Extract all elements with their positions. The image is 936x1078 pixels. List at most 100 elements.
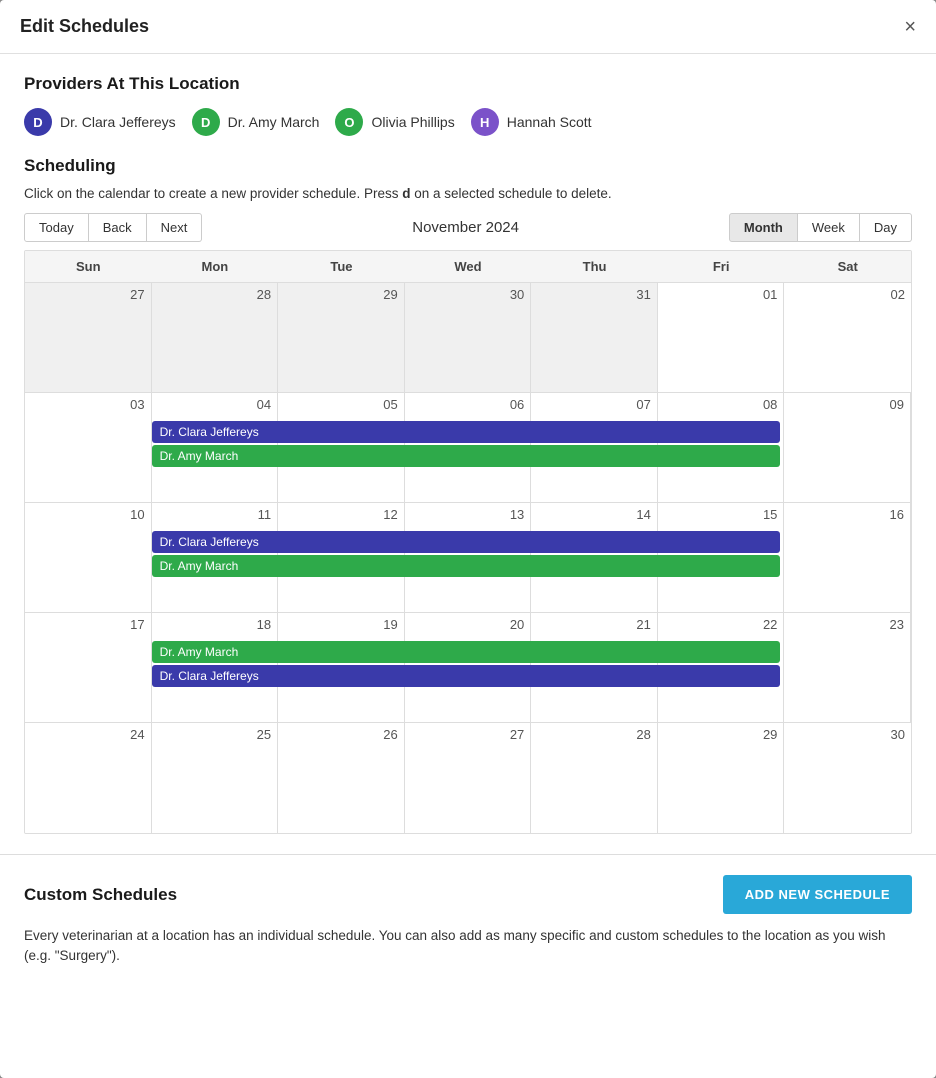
day-cell-27-w4[interactable]: 27 — [405, 723, 532, 833]
provider-chip-clara[interactable]: D Dr. Clara Jeffereys — [24, 108, 176, 136]
custom-schedules-title: Custom Schedules — [24, 885, 177, 905]
day-cell-24-w4[interactable]: 24 — [25, 723, 152, 833]
day-number: 18 — [158, 617, 272, 632]
week-row-0: 27 28 29 30 31 01 02 — [25, 283, 911, 393]
day-cell-30-w4[interactable]: 30 — [784, 723, 911, 833]
day-cell-26-w4[interactable]: 26 — [278, 723, 405, 833]
provider-avatar-olivia: O — [335, 108, 363, 136]
day-number: 28 — [537, 727, 651, 742]
day-header-thu: Thu — [531, 251, 658, 282]
nav-buttons-left: Today Back Next — [24, 213, 202, 242]
day-number: 11 — [158, 507, 272, 522]
back-button[interactable]: Back — [89, 213, 147, 242]
day-number: 29 — [664, 727, 778, 742]
day-header-mon: Mon — [152, 251, 279, 282]
close-button[interactable]: × — [904, 17, 916, 37]
bottom-section: Custom Schedules ADD NEW SCHEDULE Every … — [0, 854, 936, 987]
day-cell-31-w0[interactable]: 31 — [531, 283, 658, 392]
provider-chip-amy[interactable]: D Dr. Amy March — [192, 108, 320, 136]
day-number: 29 — [284, 287, 398, 302]
day-number: 08 — [664, 397, 778, 412]
day-cell-09-w1[interactable]: 09 — [784, 393, 911, 502]
event-1-w3[interactable]: Dr. Clara Jeffereys — [152, 665, 780, 687]
day-number: 05 — [284, 397, 398, 412]
day-number: 07 — [537, 397, 651, 412]
week-row-3: 17 18 19 20 21 22 23Dr. Amy MarchDr. Clara Jef… — [25, 613, 911, 723]
provider-name-amy: Dr. Amy March — [228, 114, 320, 130]
day-number: 13 — [411, 507, 525, 522]
day-cell-01-w0[interactable]: 01 — [658, 283, 785, 392]
event-0-w1[interactable]: Dr. Clara Jeffereys — [152, 421, 780, 443]
day-cell-10-w2[interactable]: 10 — [25, 503, 152, 612]
day-number: 24 — [31, 727, 145, 742]
modal-header: Edit Schedules × — [0, 0, 936, 54]
calendar-instructions: Click on the calendar to create a new pr… — [24, 186, 912, 201]
day-header-fri: Fri — [658, 251, 785, 282]
view-buttons: MonthWeekDay — [729, 213, 912, 242]
day-number: 27 — [411, 727, 525, 742]
provider-chip-olivia[interactable]: O Olivia Phillips — [335, 108, 454, 136]
day-number: 06 — [411, 397, 525, 412]
event-0-w3[interactable]: Dr. Amy March — [152, 641, 780, 663]
instructions-suffix: on a selected schedule to delete. — [414, 186, 611, 201]
provider-avatar-clara: D — [24, 108, 52, 136]
next-button[interactable]: Next — [147, 213, 203, 242]
day-cell-25-w4[interactable]: 25 — [152, 723, 279, 833]
day-cell-28-w0[interactable]: 28 — [152, 283, 279, 392]
view-btn-month[interactable]: Month — [729, 213, 798, 242]
key-hint: d — [402, 186, 410, 201]
provider-name-hannah: Hannah Scott — [507, 114, 592, 130]
day-cell-28-w4[interactable]: 28 — [531, 723, 658, 833]
day-number: 22 — [664, 617, 778, 632]
day-cell-23-w3[interactable]: 23 — [784, 613, 911, 722]
day-cell-27-w0[interactable]: 27 — [25, 283, 152, 392]
day-number: 12 — [284, 507, 398, 522]
day-number: 27 — [31, 287, 145, 302]
day-number: 20 — [411, 617, 525, 632]
week-row-1: 03 04 05 06 07 08 09 Dr. Clara JeffereysDr. Amy… — [25, 393, 911, 503]
day-number: 02 — [790, 287, 905, 302]
view-btn-day[interactable]: Day — [860, 213, 912, 242]
day-number: 03 — [31, 397, 145, 412]
day-number: 09 — [790, 397, 904, 412]
provider-name-clara: Dr. Clara Jeffereys — [60, 114, 176, 130]
provider-name-olivia: Olivia Phillips — [371, 114, 454, 130]
day-number: 21 — [537, 617, 651, 632]
day-cell-29-w0[interactable]: 29 — [278, 283, 405, 392]
day-number: 14 — [537, 507, 651, 522]
providers-section-title: Providers At This Location — [24, 74, 912, 94]
day-number: 15 — [664, 507, 778, 522]
day-cell-30-w0[interactable]: 30 — [405, 283, 532, 392]
providers-row: D Dr. Clara Jeffereys D Dr. Amy March O Olivi… — [24, 108, 912, 136]
day-number: 17 — [31, 617, 145, 632]
day-cell-02-w0[interactable]: 02 — [784, 283, 911, 392]
calendar-nav: Today Back Next November 2024 MonthWeekD… — [24, 213, 912, 242]
day-number: 19 — [284, 617, 398, 632]
day-cell-17-w3[interactable]: 17 — [25, 613, 152, 722]
day-number: 10 — [31, 507, 145, 522]
calendar-wrapper: SunMonTueWedThuFriSat 272829303101020304… — [24, 250, 912, 834]
day-cell-03-w1[interactable]: 03 — [25, 393, 152, 502]
day-number: 01 — [664, 287, 778, 302]
modal-title: Edit Schedules — [20, 16, 149, 37]
month-label: November 2024 — [202, 219, 729, 236]
day-header-sat: Sat — [784, 251, 911, 282]
provider-chip-hannah[interactable]: H Hannah Scott — [471, 108, 592, 136]
day-number: 31 — [537, 287, 651, 302]
provider-avatar-hannah: H — [471, 108, 499, 136]
week-row-2: 10 11 12 13 14 15 16Dr. Clara JeffereysDr. Amy… — [25, 503, 911, 613]
provider-avatar-amy: D — [192, 108, 220, 136]
day-number: 28 — [158, 287, 272, 302]
bottom-header: Custom Schedules ADD NEW SCHEDULE — [24, 875, 912, 914]
event-1-w2[interactable]: Dr. Amy March — [152, 555, 780, 577]
event-0-w2[interactable]: Dr. Clara Jeffereys — [152, 531, 780, 553]
event-1-w1[interactable]: Dr. Amy March — [152, 445, 780, 467]
day-number: 04 — [158, 397, 272, 412]
calendar-body: 27 28 29 30 31 01 02 03 04 05 06 07 08 09 Dr. Clara Je… — [25, 283, 911, 833]
day-cell-16-w2[interactable]: 16 — [784, 503, 911, 612]
day-cell-29-w4[interactable]: 29 — [658, 723, 785, 833]
instructions-text: Click on the calendar to create a new pr… — [24, 186, 398, 201]
today-button[interactable]: Today — [24, 213, 89, 242]
view-btn-week[interactable]: Week — [798, 213, 860, 242]
add-new-schedule-button[interactable]: ADD NEW SCHEDULE — [723, 875, 912, 914]
